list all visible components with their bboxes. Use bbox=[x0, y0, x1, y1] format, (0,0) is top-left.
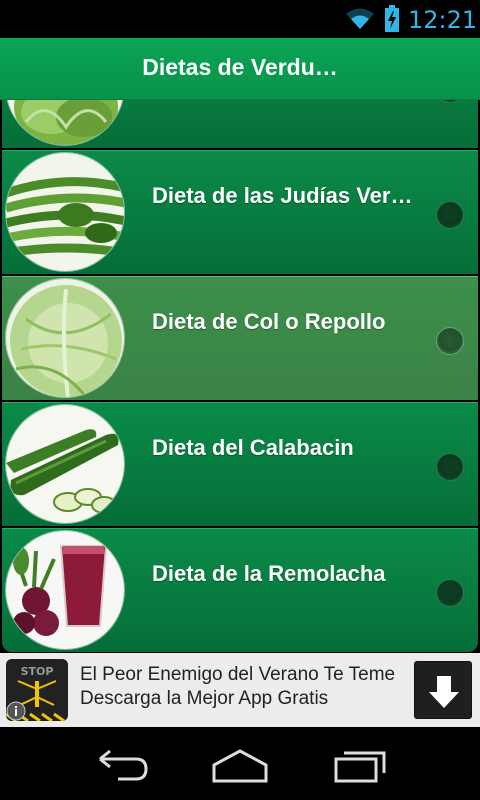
recent-apps-button[interactable] bbox=[330, 745, 390, 785]
radio-button[interactable] bbox=[436, 453, 464, 481]
list-item-label: Dieta de la Remolacha bbox=[152, 561, 386, 586]
download-button[interactable] bbox=[414, 661, 472, 719]
wifi-icon bbox=[346, 8, 374, 29]
download-arrow-icon bbox=[429, 676, 459, 708]
ad-banner[interactable]: STOP El Peor Enemigo del Verano Te Teme … bbox=[0, 653, 480, 727]
radio-button[interactable] bbox=[436, 579, 464, 607]
recent-apps-icon bbox=[334, 751, 386, 783]
info-icon[interactable] bbox=[6, 701, 26, 721]
navigation-bar bbox=[0, 727, 480, 800]
list-item-zucchini[interactable]: Dieta del Calabacin bbox=[2, 402, 478, 526]
back-button[interactable] bbox=[90, 745, 150, 785]
list-item-lettuce[interactable] bbox=[2, 100, 478, 148]
page-title: Dietas de Verdu… bbox=[142, 54, 338, 80]
radio-button[interactable] bbox=[436, 100, 464, 103]
list-item-label: Dieta de las Judías Ver… bbox=[152, 183, 413, 208]
radio-button[interactable] bbox=[436, 201, 464, 229]
home-icon bbox=[212, 749, 268, 783]
list-item-label: Dieta de Col o Repollo bbox=[152, 309, 386, 334]
back-icon bbox=[99, 749, 148, 781]
beet-juice-image bbox=[5, 530, 125, 650]
battery-charging-icon bbox=[385, 5, 399, 32]
status-clock: 12:21 bbox=[408, 6, 478, 34]
status-bar: 12:21 bbox=[0, 0, 480, 38]
lettuce-image bbox=[5, 100, 125, 146]
home-button[interactable] bbox=[210, 745, 270, 785]
list-item-cabbage[interactable]: Dieta de Col o Repollo bbox=[2, 276, 478, 400]
zucchini-image bbox=[5, 404, 125, 524]
action-bar: Dietas de Verdu… bbox=[0, 38, 480, 100]
svg-text:STOP: STOP bbox=[21, 665, 54, 678]
list-item-label: Dieta del Calabacin bbox=[152, 435, 354, 460]
list-item-beet[interactable]: Dieta de la Remolacha bbox=[2, 528, 478, 652]
green-beans-image bbox=[5, 152, 125, 272]
diet-list: Dieta de las Judías Ver… Dieta de Col o … bbox=[0, 100, 480, 653]
app-screen: 12:21 Dietas de Verdu… Dieta de las Judí… bbox=[0, 0, 480, 800]
radio-button[interactable] bbox=[436, 327, 464, 355]
ad-text[interactable]: El Peor Enemigo del Verano Te Teme Desca… bbox=[80, 663, 400, 711]
list-item-green-beans[interactable]: Dieta de las Judías Ver… bbox=[2, 150, 478, 274]
cabbage-image bbox=[5, 278, 125, 398]
